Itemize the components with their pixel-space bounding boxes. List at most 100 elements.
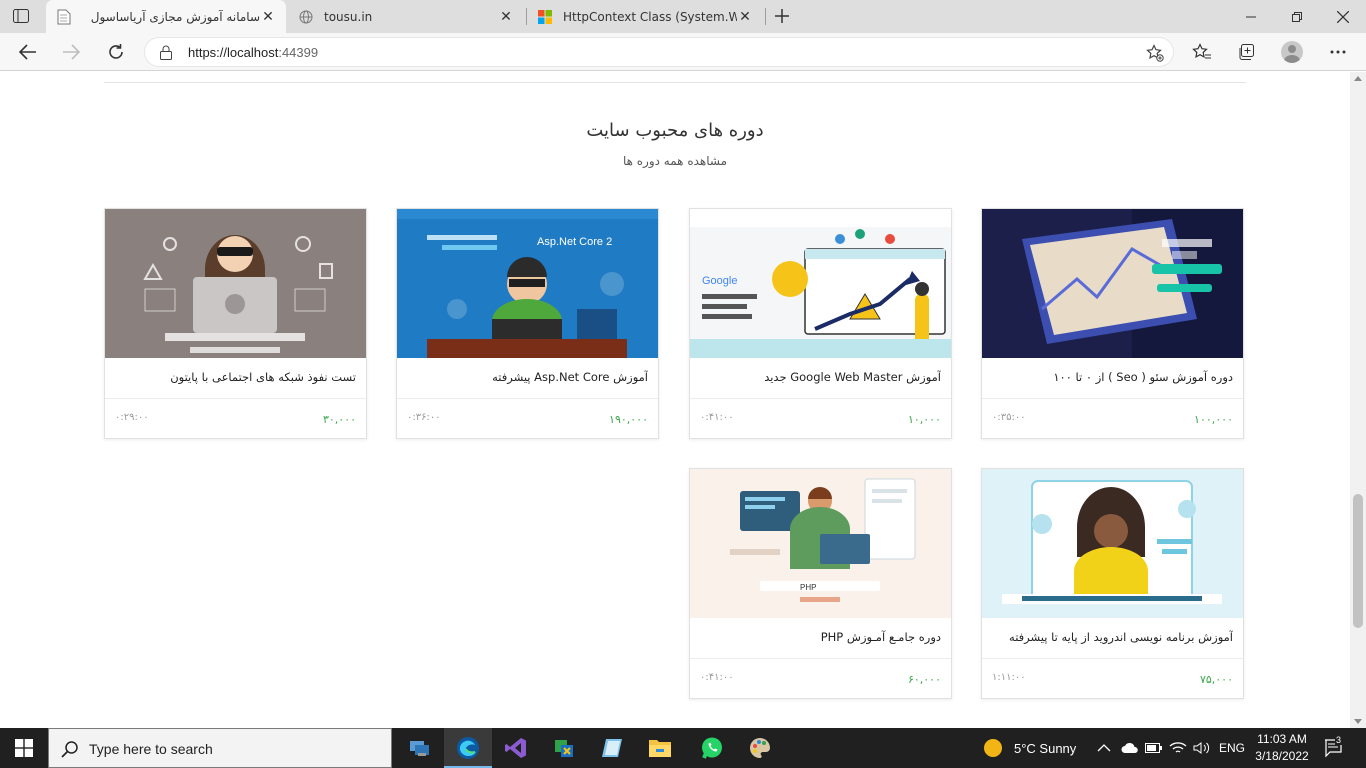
tab-httpcontext[interactable]: HttpContext Class (System.Web) ✕ [527,0,763,33]
course-duration: ۰:۲۹:۰۰ [115,412,149,423]
divider [982,398,1243,399]
tab-title: HttpContext Class (System.Web) [563,9,737,24]
close-window-icon[interactable] [1320,0,1366,33]
course-card-seo[interactable]: دوره آموزش سئو ( Seo ) از ۰ تا ۱۰۰ ۱۰۰,۰… [981,208,1244,439]
tab-title: سامانه آموزش مجازی آریاساسول [90,9,260,24]
file-explorer-icon[interactable] [636,728,684,768]
url-text[interactable]: https://localhost:44399 [188,45,318,60]
course-card-google-webmaster[interactable]: Google آموزش Google Web Master جدید ۱۰,۰… [689,208,952,439]
tab-strip: سامانه آموزش مجازی آریاساسول ✕ tousu.in … [0,0,1366,33]
weather-text: 5°C Sunny [1014,740,1077,756]
tab-divider [765,8,766,25]
volume-icon[interactable] [1193,728,1211,768]
minimize-icon[interactable] [1228,0,1274,33]
paint-app-icon[interactable] [736,728,784,768]
back-arrow-icon[interactable] [14,38,42,66]
url-port: :44399 [278,45,319,60]
clock-date: 3/18/2022 [1255,749,1309,763]
restore-icon[interactable] [1274,0,1320,33]
page-scrollbar[interactable] [1350,72,1366,728]
android-thumbnail [982,469,1243,618]
section-title: دوره های محبوب سایت [586,120,764,141]
view-all-courses-link[interactable]: مشاهده همه دوره ها [0,154,1350,168]
tab-actions-icon[interactable] [10,6,32,26]
divider [690,398,951,399]
course-title: دوره جامـع آمـوزش PHP [820,630,941,644]
forward-arrow-icon[interactable] [57,38,85,66]
tab-aryasasol[interactable]: سامانه آموزش مجازی آریاساسول ✕ [46,0,286,33]
seo-laptop-thumbnail [982,209,1243,358]
course-card-aspnet-core[interactable]: Asp.Net Core 2 آموزش Asp.Net Core پیشرفت… [396,208,659,439]
tab-tousu[interactable]: tousu.in ✕ [288,0,524,33]
system-clock[interactable]: 11:03 AM 3/18/2022 [1246,731,1318,765]
php-thumbnail: PHP [690,469,951,618]
scroll-down-icon[interactable] [1354,719,1362,724]
windows-taskbar: Type here to search 5°C Sunny ENG 11:03 … [0,728,1366,768]
divider [105,398,366,399]
edge-browser-icon[interactable] [444,728,492,768]
notification-center-icon[interactable]: 3 [1324,728,1346,768]
input-language-indicator[interactable]: ENG [1219,728,1245,768]
search-placeholder: Type here to search [89,741,213,757]
dev-tool-icon[interactable] [540,728,588,768]
course-title: آموزش Google Web Master جدید [764,370,941,384]
wifi-icon[interactable] [1169,728,1187,768]
add-favorite-icon[interactable] [1145,43,1165,63]
tab-close-icon[interactable]: ✕ [260,9,276,25]
aspnet-core-thumbnail: Asp.Net Core 2 [397,209,658,358]
course-price: ۱۰,۰۰۰ [907,413,941,426]
profile-avatar[interactable] [1278,38,1306,66]
course-duration: ۰:۳۵:۰۰ [992,412,1026,423]
clock-time: 11:03 AM [1257,732,1307,746]
divider [982,658,1243,659]
favorites-icon[interactable] [1188,38,1216,66]
course-duration: ۰:۴۱:۰۰ [700,412,734,423]
more-options-icon[interactable] [1324,38,1352,66]
divider [397,398,658,399]
course-card-php[interactable]: PHP دوره جامـع آمـوزش PHP ۶۰,۰۰۰ ۰:۴۱:۰۰ [689,468,952,699]
svg-text:PHP: PHP [800,583,816,592]
task-view-icon[interactable] [396,728,444,768]
scrollbar-thumb[interactable] [1353,494,1363,628]
course-price: ۶۰,۰۰۰ [907,673,941,686]
weather-widget[interactable]: 5°C Sunny [984,728,1076,768]
search-icon [61,740,79,758]
lock-icon[interactable] [159,45,173,60]
course-title: تست نفوذ شبکه های اجتماعی با پایتون [170,370,356,384]
avatar [1281,41,1303,63]
new-tab-plus-icon[interactable] [771,5,793,27]
course-price: ۷۵,۰۰۰ [1199,673,1233,686]
taskbar-search-input[interactable]: Type here to search [48,728,392,768]
course-title: دوره آموزش سئو ( Seo ) از ۰ تا ۱۰۰ [1053,370,1233,384]
notebook-app-icon[interactable] [588,728,636,768]
course-title: آموزش برنامه نویسی اندروید از پایه تا پی… [1009,630,1233,644]
course-duration: ۰:۳۶:۰۰ [407,412,441,423]
course-card-android[interactable]: آموزش برنامه نویسی اندروید از پایه تا پی… [981,468,1244,699]
course-price: ۱۹۰,۰۰۰ [609,413,648,426]
course-price: ۱۰۰,۰۰۰ [1194,413,1233,426]
page-document-icon [56,9,72,25]
scroll-up-icon[interactable] [1354,76,1362,81]
course-card-python-pentest[interactable]: تست نفوذ شبکه های اجتماعی با پایتون ۳۰,۰… [104,208,367,439]
whatsapp-icon[interactable] [688,728,736,768]
svg-text:Asp.Net Core 2: Asp.Net Core 2 [537,236,612,248]
address-bar[interactable]: https://localhost:44399 [144,37,1174,67]
sun-icon [984,739,1002,757]
refresh-icon[interactable] [102,38,130,66]
course-title: آموزش Asp.Net Core پیشرفته [492,370,648,384]
show-hidden-icons-chevron-up-icon[interactable] [1097,728,1111,768]
battery-icon[interactable] [1145,728,1163,768]
tab-close-icon[interactable]: ✕ [737,9,753,25]
browser-toolbar: https://localhost:44399 [0,33,1366,71]
hacker-thumbnail [105,209,366,358]
cloud-icon[interactable] [1121,728,1139,768]
visual-studio-icon[interactable] [492,728,540,768]
windows-start-icon[interactable] [0,728,48,768]
divider [104,82,1246,83]
svg-text:Google: Google [702,275,737,287]
google-webmaster-thumbnail: Google [690,209,951,358]
divider [690,658,951,659]
course-duration: ۰:۴۱:۰۰ [700,672,734,683]
tab-close-icon[interactable]: ✕ [498,9,514,25]
collections-icon[interactable] [1232,38,1260,66]
